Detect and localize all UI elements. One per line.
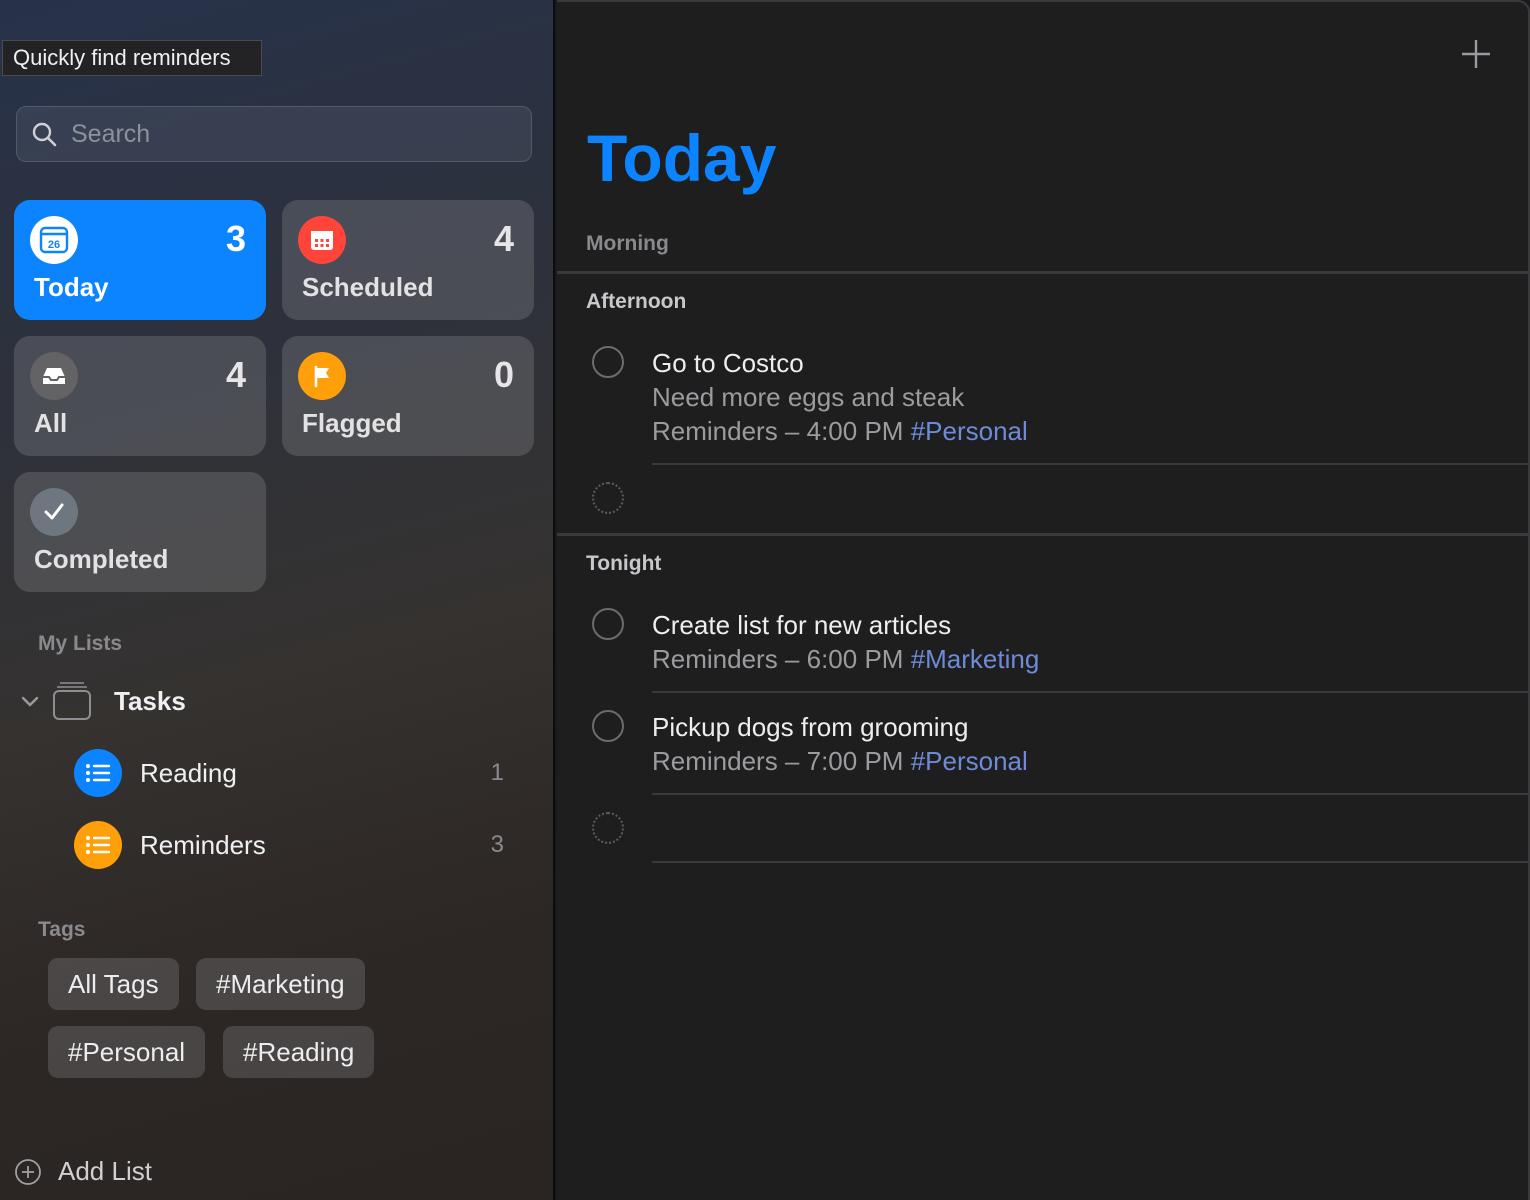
- smart-list-all[interactable]: 4 All: [14, 336, 266, 456]
- tag-marketing[interactable]: #Marketing: [196, 958, 365, 1010]
- calendar-today-icon: 26: [30, 216, 78, 264]
- task-note: Need more eggs and steak: [652, 382, 965, 412]
- list-item-reading[interactable]: Reading 1: [74, 748, 514, 798]
- task-divider: [652, 861, 1528, 863]
- task-list-time: Reminders – 7:00 PM: [652, 746, 904, 776]
- my-lists-heading: My Lists: [38, 632, 123, 655]
- flagged-count: 0: [493, 354, 514, 395]
- task-title[interactable]: Go to Costco: [652, 348, 804, 379]
- checkmark-icon: [30, 488, 78, 536]
- list-group-tasks[interactable]: Tasks: [20, 678, 186, 724]
- search-field[interactable]: [16, 106, 532, 162]
- list-group-label: Tasks: [114, 685, 186, 716]
- task-tag[interactable]: #Marketing: [911, 644, 1040, 674]
- list-item-label: Reading: [140, 757, 237, 788]
- section-tonight: Tonight: [586, 552, 662, 575]
- task-meta: Reminders – 7:00 PM #Personal: [652, 746, 1028, 777]
- scheduled-label: Scheduled: [302, 272, 434, 302]
- task-list-time: Reminders – 4:00 PM: [652, 416, 904, 446]
- section-divider: [557, 533, 1528, 536]
- task-tag[interactable]: #Personal: [911, 746, 1028, 776]
- smart-list-today[interactable]: 26 3 Today: [14, 200, 266, 320]
- tags-heading: Tags: [38, 918, 86, 941]
- folder-stack-icon: [53, 682, 91, 720]
- scheduled-count: 4: [493, 218, 514, 259]
- smart-list-completed[interactable]: Completed: [14, 472, 266, 592]
- task-divider: [652, 463, 1528, 465]
- section-divider: [557, 271, 1528, 274]
- add-list-label: Add List: [58, 1156, 152, 1186]
- page-title: Today: [587, 121, 777, 195]
- task-title[interactable]: Pickup dogs from grooming: [652, 712, 968, 743]
- list-item-reminders[interactable]: Reminders 3: [74, 820, 514, 870]
- search-input[interactable]: [71, 119, 531, 149]
- section-afternoon: Afternoon: [586, 290, 687, 313]
- inbox-tray-icon: [30, 352, 78, 400]
- all-label: All: [34, 408, 68, 438]
- all-count: 4: [225, 354, 246, 395]
- task-complete-checkbox[interactable]: [592, 710, 624, 742]
- sidebar: Quickly find reminders 26 3 Today: [0, 0, 555, 1200]
- today-label: Today: [34, 272, 109, 302]
- task-title[interactable]: Create list for new articles: [652, 610, 951, 641]
- search-tooltip: Quickly find reminders: [2, 40, 262, 76]
- list-item-count: 1: [490, 759, 504, 786]
- task-divider: [652, 691, 1528, 693]
- today-count: 3: [225, 218, 246, 259]
- calendar-icon: [298, 216, 346, 264]
- search-icon: [32, 122, 57, 147]
- tag-personal[interactable]: #Personal: [48, 1026, 206, 1078]
- task-meta: Reminders – 4:00 PM #Personal: [652, 416, 1028, 447]
- main-panel: Today Morning Afternoon Go to Costco Nee…: [557, 0, 1530, 1200]
- list-item-count: 3: [490, 831, 504, 858]
- completed-label: Completed: [34, 544, 169, 574]
- plus-circle-icon: [15, 1158, 41, 1185]
- task-complete-checkbox[interactable]: [592, 608, 624, 640]
- smart-list-scheduled[interactable]: 4 Scheduled: [282, 200, 534, 320]
- add-reminder-plus-icon[interactable]: [1460, 38, 1492, 70]
- flag-icon: [298, 352, 346, 400]
- list-bullets-icon: [74, 821, 122, 869]
- tag-reading[interactable]: #Reading: [223, 1026, 375, 1078]
- task-complete-checkbox[interactable]: [592, 346, 624, 378]
- task-list-time: Reminders – 6:00 PM: [652, 644, 904, 674]
- section-morning: Morning: [586, 232, 669, 255]
- flagged-label: Flagged: [302, 408, 402, 438]
- tag-all-tags[interactable]: All Tags: [48, 958, 179, 1010]
- chevron-down-icon[interactable]: [20, 691, 40, 711]
- task-tag[interactable]: #Personal: [911, 416, 1028, 446]
- task-meta: Reminders – 6:00 PM #Marketing: [652, 644, 1039, 675]
- new-task-placeholder-checkbox[interactable]: [592, 812, 624, 844]
- svg-text:26: 26: [48, 239, 60, 251]
- list-bullets-icon: [74, 749, 122, 797]
- add-list-button[interactable]: Add List: [14, 1156, 152, 1187]
- list-item-label: Reminders: [140, 829, 266, 860]
- new-task-placeholder-checkbox[interactable]: [592, 482, 624, 514]
- smart-list-flagged[interactable]: 0 Flagged: [282, 336, 534, 456]
- task-divider: [652, 793, 1528, 795]
